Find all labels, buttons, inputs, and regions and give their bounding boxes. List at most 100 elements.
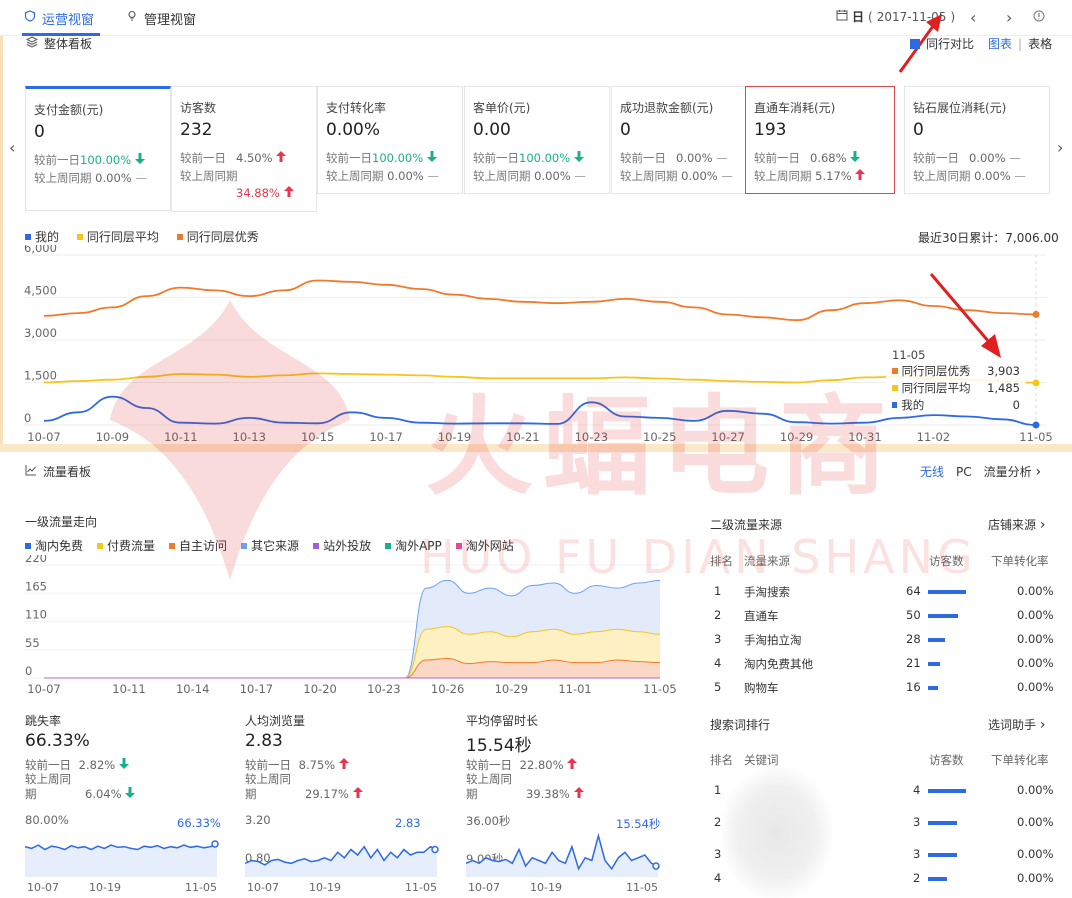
x-tick-label: 11-05	[643, 682, 676, 696]
cards-prev-button[interactable]: ‹	[9, 138, 15, 157]
second-header-source: 流量来源	[744, 554, 790, 568]
metric-card[interactable]: 直通车消耗(元) 193 较前一日 0.68% 较上周同期 5.17%	[745, 86, 895, 194]
trend-legend-item[interactable]: 付费流量	[97, 537, 155, 554]
x-tick-label: 10-09	[96, 430, 129, 444]
x-tick-label: 11-02	[917, 430, 950, 444]
calendar-icon	[836, 9, 848, 24]
y-tick-label: 165	[25, 579, 47, 593]
visitor-bar	[928, 638, 945, 642]
cards-next-button[interactable]: ›	[1057, 138, 1063, 157]
view-table-button[interactable]: 表格	[1028, 35, 1052, 52]
trend-legend-item[interactable]: 其它来源	[241, 537, 299, 554]
x-tick-label: 10-25	[643, 430, 676, 444]
pc-toggle[interactable]: PC	[956, 465, 972, 479]
sparkline-area	[466, 835, 658, 877]
legend-swatch	[241, 542, 248, 549]
trend-legend-item[interactable]: 淘内免费	[25, 537, 83, 554]
word-helper-link[interactable]: 选词助手 ›	[988, 716, 1045, 733]
prev-date-button[interactable]: ‹	[970, 8, 976, 27]
trend-legend-item[interactable]: 淘外网站	[455, 537, 514, 554]
y-tick-label: 4,500	[24, 284, 57, 298]
metric-card[interactable]: 客单价(元) 0.00 较前一日100.00% 较上周同期 0.00% —	[464, 86, 610, 194]
x-tick-label: 11-01	[558, 682, 591, 696]
shop-source-link[interactable]: 店铺来源 ›	[988, 516, 1045, 533]
chevron-right-icon: ›	[1039, 717, 1046, 733]
search-rank-title: 搜索词排行	[710, 718, 771, 732]
card-title: 访客数	[180, 101, 217, 115]
x-tick-label: 10-29	[780, 430, 813, 444]
overview-header: 整体看板	[25, 35, 93, 52]
legend-swatch	[169, 542, 176, 549]
legend-average[interactable]: 同行同层平均	[76, 228, 159, 245]
tab-management-view[interactable]: 管理视窗	[126, 8, 196, 28]
y-tick-label: 0	[25, 664, 32, 678]
visitor-bar	[928, 821, 957, 825]
tab-operation-view[interactable]: 运营视窗	[24, 8, 94, 28]
annotation-arrow-tooltip	[929, 273, 1001, 358]
blurred-keywords	[722, 768, 832, 898]
card-week-compare: 较上周同期 5.17%	[754, 168, 886, 184]
mini-sparkline	[25, 840, 219, 877]
search-header-conversion: 下单转化率	[991, 753, 1049, 767]
card-title: 钻石展位消耗(元)	[913, 101, 1007, 115]
traffic-controls: 无线 PC 流量分析 ›	[920, 463, 1041, 480]
view-chart-button[interactable]: 图表	[988, 35, 1012, 52]
trend-legend-item[interactable]: 自主访问	[169, 537, 227, 554]
visitor-bar	[928, 662, 940, 666]
card-week-compare: 较上周同期 0.00% —	[620, 169, 733, 183]
y-tick-label: 3,000	[24, 326, 57, 340]
card-week-compare: 较上周同期 0.00% —	[473, 169, 586, 183]
visitor-bar	[928, 877, 947, 881]
card-title: 直通车消耗(元)	[754, 101, 836, 115]
legend-excellent[interactable]: 同行同层优秀	[176, 228, 259, 245]
trend-legend-item[interactable]: 站外投放	[313, 537, 371, 554]
next-date-button[interactable]: ›	[1006, 8, 1012, 27]
card-value: 0	[34, 122, 45, 142]
x-tick-label: 10-21	[506, 430, 539, 444]
tooltip-row-excellent: 同行同层优秀 3,903	[892, 363, 1020, 379]
compare-checkbox[interactable]	[910, 38, 920, 49]
series-line	[43, 279, 1037, 322]
legend-mine[interactable]: 我的	[25, 228, 59, 245]
x-tick-label: 10-27	[711, 430, 744, 444]
x-tick-label: 10-17	[369, 430, 402, 444]
tooltip-row-average: 同行同层平均 1,485	[892, 380, 1020, 396]
card-title: 支付转化率	[326, 101, 387, 115]
visitor-bar	[928, 686, 938, 690]
series-endpoint	[1032, 379, 1040, 387]
traffic-title: 流量看板	[43, 465, 92, 479]
sparkline-area	[245, 846, 437, 877]
card-day-compare: 较前一日100.00%	[326, 150, 454, 166]
metric-card[interactable]: 支付转化率 0.00% 较前一日100.00% 较上周同期 0.00% —	[317, 86, 463, 194]
wireless-toggle[interactable]: 无线	[920, 463, 944, 480]
legend-swatch	[455, 542, 462, 549]
metric-card[interactable]: 支付金额(元) 0 较前一日100.00% 较上周同期 0.00% —	[25, 86, 171, 211]
info-icon[interactable]	[1033, 10, 1045, 25]
card-title: 客单价(元)	[473, 101, 531, 115]
y-tick-label: 1,500	[24, 369, 57, 383]
card-day-compare: 较前一日 0.00% —	[620, 151, 728, 165]
section-divider	[0, 444, 1072, 452]
visitor-bar	[928, 789, 966, 793]
y-tick-label: 0	[24, 411, 31, 425]
x-tick-label: 10-23	[367, 682, 400, 696]
y-tick-label: 110	[25, 608, 47, 622]
x-tick-label: 10-07	[27, 430, 60, 444]
overview-title: 整体看板	[44, 37, 93, 51]
series-endpoint	[1032, 310, 1040, 318]
trend-legend-item[interactable]: 淘外APP	[385, 537, 442, 554]
y-tick-label: 6,000	[24, 245, 57, 255]
sparkline-endpoint	[211, 840, 219, 848]
card-value: 0	[620, 120, 631, 140]
metric-card[interactable]: 访客数 232 较前一日 4.50% 较上周同期 34.88%	[171, 86, 317, 212]
metric-card[interactable]: 成功退款金额(元) 0 较前一日 0.00% — 较上周同期 0.00% —	[611, 86, 757, 194]
card-week-compare: 较上周同期	[180, 169, 238, 183]
metric-card[interactable]: 钻石展位消耗(元) 0 较前一日 0.00% — 较上周同期 0.00% —	[904, 86, 1050, 194]
card-day-compare: 较前一日 0.68%	[754, 150, 886, 166]
x-tick-label: 10-13	[233, 430, 266, 444]
visitor-bar	[928, 853, 957, 857]
x-tick-label: 10-07	[27, 682, 60, 696]
traffic-analysis-link[interactable]: 流量分析 ›	[984, 463, 1041, 480]
tab-management-label: 管理视窗	[144, 12, 197, 28]
layers-icon	[25, 36, 39, 51]
